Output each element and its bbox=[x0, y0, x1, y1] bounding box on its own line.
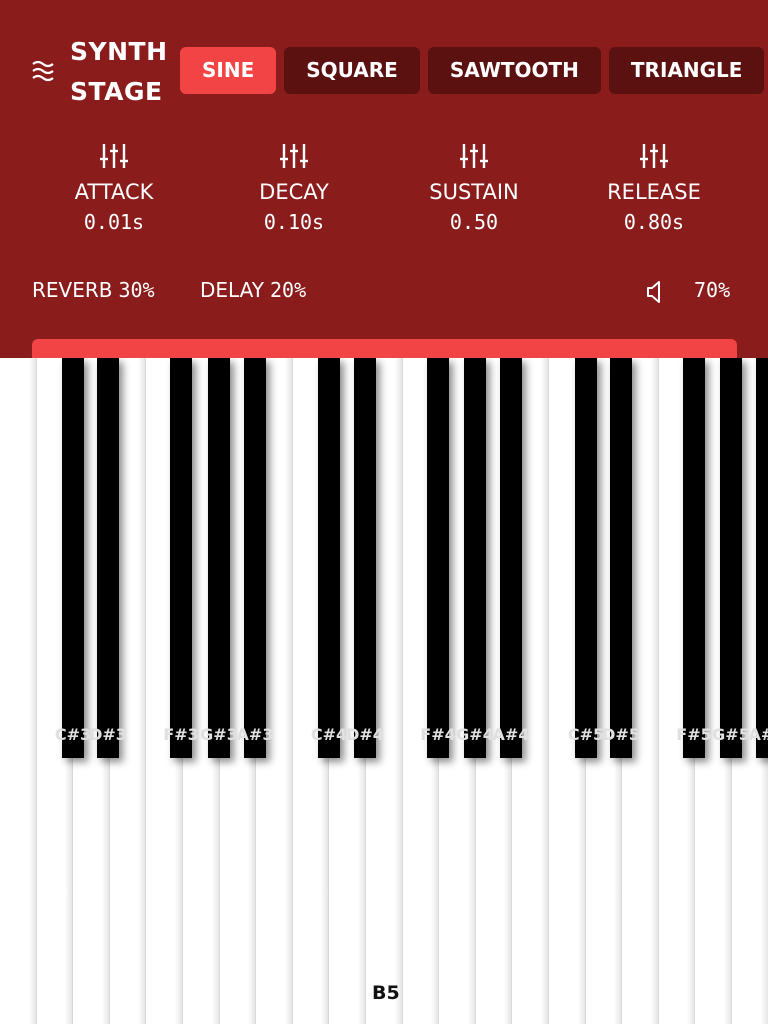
app-title-line1: SYNTH bbox=[70, 37, 168, 66]
key-label: A#5 bbox=[748, 725, 768, 744]
black-key[interactable]: G#3 bbox=[200, 358, 238, 758]
delay-value: 20% bbox=[269, 278, 307, 302]
app-title: SYNTH STAGE bbox=[70, 32, 168, 112]
speaker-icon[interactable] bbox=[646, 280, 666, 304]
black-key[interactable]: D#3 bbox=[89, 358, 127, 758]
black-key[interactable]: A#5 bbox=[749, 358, 768, 758]
black-key[interactable]: G#4 bbox=[456, 358, 494, 758]
release-value: 0.80s bbox=[623, 210, 685, 234]
black-key[interactable]: A#4 bbox=[493, 358, 529, 758]
release-control[interactable]: RELEASE 0.80s bbox=[594, 142, 714, 234]
key-label: C#3 bbox=[54, 725, 92, 744]
key-label: F#4 bbox=[420, 725, 456, 744]
waveform-menu-icon[interactable] bbox=[32, 58, 54, 84]
black-key[interactable]: F#5 bbox=[676, 358, 712, 758]
key-label: D#5 bbox=[602, 725, 640, 744]
sliders-icon bbox=[460, 144, 488, 168]
reverb-value: 30% bbox=[118, 278, 155, 302]
key-label: D#3 bbox=[89, 725, 127, 744]
decay-label: DECAY bbox=[259, 180, 329, 204]
key-label: C#4 bbox=[310, 725, 348, 744]
black-key[interactable]: F#3 bbox=[163, 358, 199, 758]
black-key[interactable]: D#5 bbox=[602, 358, 640, 758]
black-key[interactable]: C#5 bbox=[568, 358, 604, 758]
key-label: G#4 bbox=[456, 725, 494, 744]
tab-sine[interactable]: SINE bbox=[180, 47, 277, 94]
app-title-line2: STAGE bbox=[70, 77, 163, 106]
waveform-tabs: SINE SQUARE SAWTOOTH TRIANGLE bbox=[180, 47, 765, 94]
black-key[interactable]: A#3 bbox=[237, 358, 273, 758]
sustain-label: SUSTAIN bbox=[429, 180, 519, 204]
tab-sawtooth[interactable]: SAWTOOTH bbox=[427, 47, 601, 94]
sliders-icon bbox=[640, 144, 668, 168]
delay-label: DELAY bbox=[200, 278, 264, 302]
key-label: C#5 bbox=[567, 725, 605, 744]
attack-value: 0.01s bbox=[83, 210, 145, 234]
black-key[interactable]: F#4 bbox=[420, 358, 456, 758]
black-key[interactable]: D#4 bbox=[346, 358, 384, 758]
decay-control[interactable]: DECAY 0.10s bbox=[234, 142, 354, 234]
key-label: A#4 bbox=[492, 725, 530, 744]
key-label: D#4 bbox=[346, 725, 384, 744]
reverb-control[interactable]: REVERB 30% bbox=[32, 278, 155, 302]
decay-value: 0.10s bbox=[263, 210, 325, 234]
control-header: SYNTH STAGE SINE SQUARE SAWTOOTH TRIANGL… bbox=[0, 0, 768, 361]
key-label: A#3 bbox=[236, 725, 274, 744]
tab-square[interactable]: SQUARE bbox=[284, 47, 420, 94]
delay-control[interactable]: DELAY 20% bbox=[200, 278, 306, 302]
key-label: F#3 bbox=[163, 725, 199, 744]
sustain-control[interactable]: SUSTAIN 0.50 bbox=[414, 142, 534, 234]
sustain-value: 0.50 bbox=[449, 210, 499, 234]
release-label: RELEASE bbox=[607, 180, 701, 204]
white-key[interactable] bbox=[0, 358, 37, 1024]
black-key[interactable]: C#4 bbox=[311, 358, 347, 758]
piano-keyboard: C#3 D#3 F#3 G#3 A#3 C#4 D#4 F#4 G#4 A#4 C#5 D#5 F#5 G… bbox=[0, 358, 768, 1024]
attack-control[interactable]: ATTACK 0.01s bbox=[54, 142, 174, 234]
black-key[interactable]: G#5 bbox=[712, 358, 750, 758]
attack-label: ATTACK bbox=[74, 180, 154, 204]
key-label: F#5 bbox=[676, 725, 712, 744]
sliders-icon bbox=[100, 144, 128, 168]
key-label-overlap: B5 bbox=[372, 982, 400, 1004]
key-label: G#5 bbox=[712, 725, 750, 744]
sliders-icon bbox=[280, 144, 308, 168]
volume-value[interactable]: 70% bbox=[694, 278, 730, 302]
reverb-label: REVERB bbox=[32, 278, 113, 302]
black-key[interactable]: C#3 bbox=[55, 358, 91, 758]
tab-triangle[interactable]: TRIANGLE bbox=[608, 47, 765, 94]
key-label: G#3 bbox=[200, 725, 238, 744]
